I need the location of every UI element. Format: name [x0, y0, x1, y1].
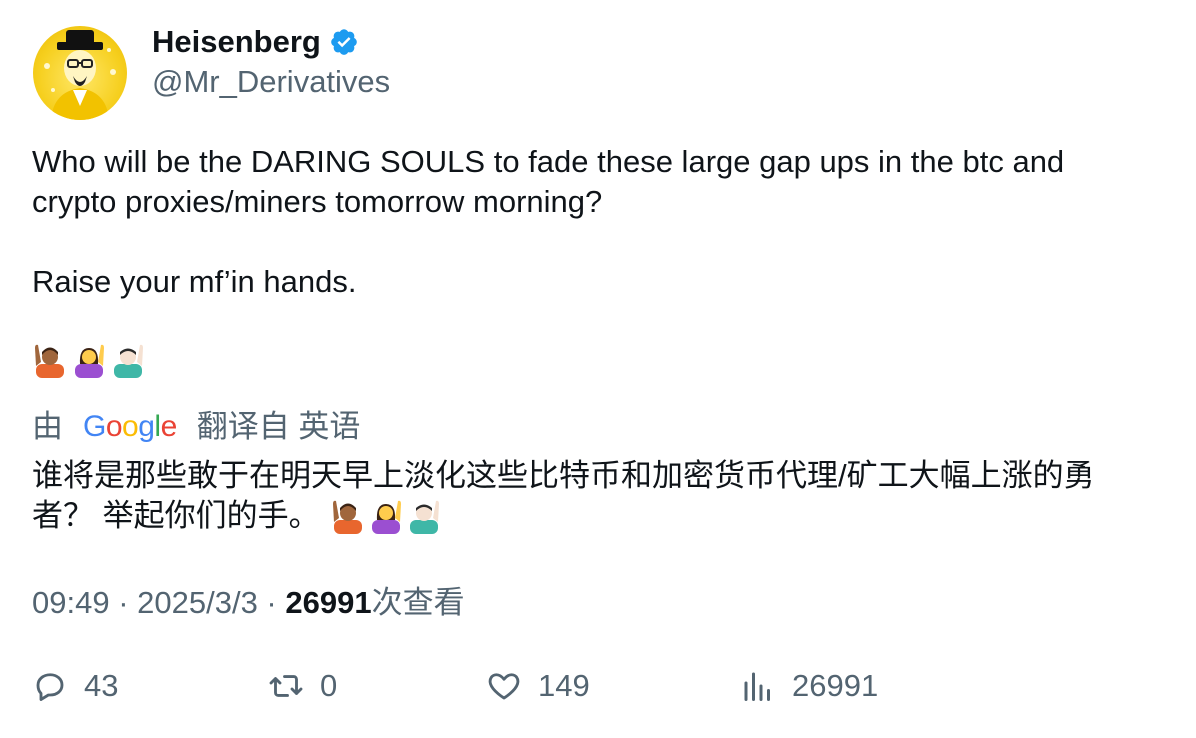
- like-count: 149: [538, 668, 590, 703]
- reply-icon: [36, 673, 64, 701]
- like-button[interactable]: 149: [486, 668, 590, 704]
- man-raising-hand-icon: [410, 500, 440, 534]
- views-action-count: 26991: [792, 668, 879, 703]
- avatar[interactable]: [33, 26, 127, 120]
- reply-count: 43: [84, 668, 119, 703]
- translated-text-body: 谁将是那些敢于在明天早上淡化这些比特币和加密货币代理/矿工大幅上涨的勇者？ 举起…: [32, 458, 1095, 533]
- tweet-time[interactable]: 09:49: [32, 585, 110, 620]
- tweet-line-1: Who will be the DARING SOULS to fade the…: [32, 144, 1065, 219]
- person-raising-hand-icon: [333, 500, 363, 534]
- man-raising-hand-icon: [114, 344, 143, 378]
- tweet-line-2: Raise your mf’in hands.: [32, 264, 357, 299]
- google-logo: Google: [83, 410, 177, 443]
- translation-attribution: 由 Google 翻译自 英语: [32, 405, 360, 449]
- retweet-count: 0: [320, 668, 338, 703]
- person-raising-hand-icon: [35, 344, 64, 378]
- tweet-action-bar: 43 0 149 26991: [32, 668, 1162, 716]
- meta-separator: ·: [257, 585, 286, 620]
- reply-button[interactable]: 43: [32, 668, 118, 704]
- translated-text: 谁将是那些敢于在明天早上淡化这些比特币和加密货币代理/矿工大幅上涨的勇者？ 举起…: [32, 456, 1152, 536]
- verified-badge-icon: [331, 29, 357, 55]
- author-handle[interactable]: @Mr_Derivatives: [152, 62, 390, 102]
- woman-raising-hand-icon: [372, 500, 402, 534]
- translated-by-label: 由: [32, 409, 63, 444]
- retweet-icon: [269, 675, 303, 697]
- tweet-text: Who will be the DARING SOULS to fade the…: [32, 142, 1152, 302]
- views-count[interactable]: 26991: [285, 585, 371, 620]
- woman-raising-hand-icon: [75, 344, 104, 378]
- heart-icon: [488, 673, 520, 700]
- author-name-row[interactable]: Heisenberg: [152, 22, 359, 62]
- heisenberg-avatar-icon: [44, 30, 116, 120]
- analytics-icon: [744, 672, 770, 701]
- tweet-meta: 09:49 · 2025/3/3 · 26991次查看: [32, 583, 465, 623]
- author-display-name[interactable]: Heisenberg: [152, 22, 321, 62]
- tweet-emoji-row: [32, 342, 146, 378]
- retweet-button[interactable]: 0: [268, 668, 337, 704]
- meta-separator: ·: [109, 585, 138, 620]
- views-button[interactable]: 26991: [740, 668, 878, 704]
- tweet-date[interactable]: 2025/3/3: [137, 585, 258, 620]
- views-label[interactable]: 次查看: [372, 585, 465, 620]
- translated-from-label[interactable]: 翻译自 英语: [197, 405, 361, 449]
